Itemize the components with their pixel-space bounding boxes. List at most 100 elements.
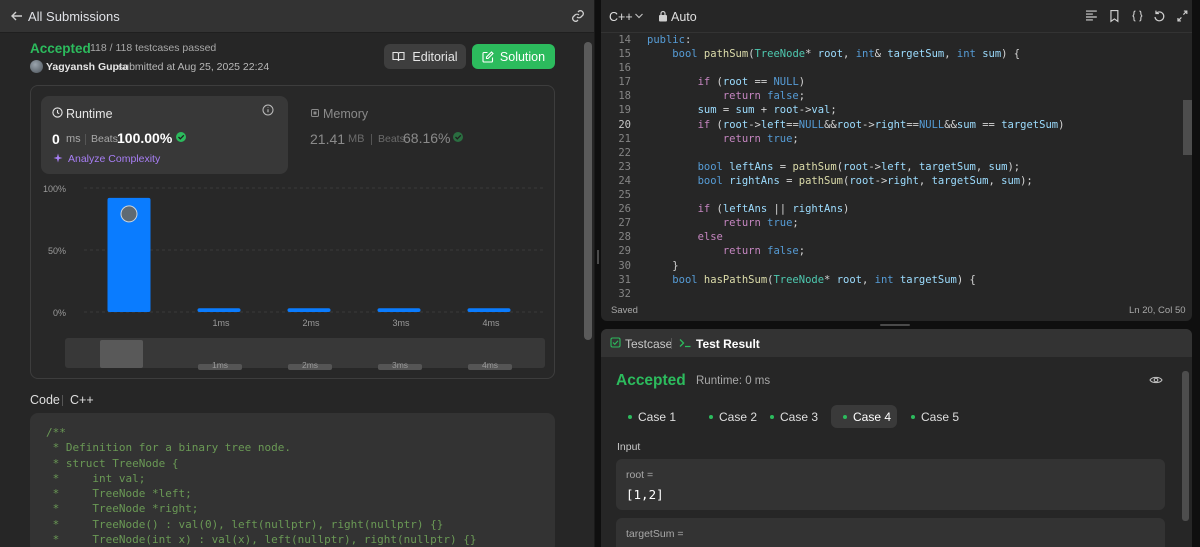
autocomplete-mode[interactable]: Auto: [671, 10, 697, 24]
case-tab-4[interactable]: Case 4: [831, 405, 897, 428]
case-label: Case 2: [719, 409, 758, 424]
divider: [671, 338, 672, 349]
tab-test-result[interactable]: Test Result: [696, 337, 760, 351]
link-icon[interactable]: [571, 9, 585, 23]
solution-label: Solution: [499, 49, 546, 64]
bar[interactable]: [467, 308, 511, 312]
input-root-box: [616, 459, 1165, 510]
cursor-position: Ln 20, Col 50: [1129, 305, 1186, 316]
terminal-icon: [679, 339, 691, 348]
input-name: targetSum =: [626, 528, 684, 540]
bar[interactable]: [287, 308, 331, 312]
navigator-label: 1ms: [212, 360, 228, 370]
code-line: return true;: [722, 217, 799, 230]
code-line: bool leftAns = pathSum(root->left, targe…: [697, 160, 1021, 173]
code-line: * Definition for a binary tree node.: [46, 441, 292, 455]
code-label: Code: [30, 393, 60, 407]
memory-chip-icon: [311, 109, 319, 117]
code-line: bool hasPathSum(TreeNode* root, int targ…: [672, 273, 976, 286]
memory-beats-value: 68.16%: [403, 130, 451, 146]
divider: [371, 134, 372, 145]
expand-icon[interactable]: [1176, 9, 1189, 23]
editorial-button[interactable]: Editorial: [384, 44, 466, 69]
line-number: 27: [618, 217, 631, 230]
line-number: 25: [618, 189, 631, 202]
pass-dot: [911, 414, 915, 419]
divider: [85, 134, 86, 145]
line-number: 31: [618, 273, 631, 286]
result-scrollbar[interactable]: [1182, 371, 1189, 521]
navigator-label: 2ms: [302, 360, 318, 370]
x-tick-label: 1ms: [212, 318, 230, 328]
sparkle-icon: [53, 153, 63, 163]
navigator-label: 3ms: [392, 360, 408, 370]
submitted-time: submitted at Aug 25, 2025 22:24: [118, 61, 270, 73]
splitter-grip[interactable]: [597, 250, 599, 264]
code-line: /**: [46, 426, 66, 439]
case-tab-3[interactable]: Case 3: [758, 405, 828, 428]
runtime-distribution-chart[interactable]: 100% 50% 0% 1ms 2ms 3ms 4ms 1ms 2ms 3ms 4ms: [40, 178, 550, 373]
info-icon[interactable]: [262, 104, 274, 116]
analyze-complexity-link[interactable]: Analyze Complexity: [68, 153, 160, 165]
pass-dot: [628, 414, 632, 419]
runtime-beats-label: Beats: [91, 133, 118, 145]
bar[interactable]: [377, 308, 421, 312]
x-tick-label: 4ms: [482, 318, 500, 328]
editor-scrollbar[interactable]: [1183, 100, 1192, 155]
case-tab-1[interactable]: Case 1: [616, 405, 686, 428]
x-tick-label: 2ms: [302, 318, 320, 328]
runtime-unit: ms: [66, 133, 81, 145]
bookmark-icon[interactable]: [1108, 9, 1121, 23]
code-line: return false;: [722, 245, 806, 258]
runtime-value: 0: [52, 131, 60, 147]
input-value[interactable]: [1,2]: [626, 487, 664, 502]
solution-button[interactable]: Solution: [472, 44, 555, 69]
editorial-label: Editorial: [412, 49, 458, 64]
code-line: * TreeNode *left;: [46, 487, 192, 501]
case-tab-2[interactable]: Case 2: [697, 405, 767, 428]
code-area[interactable]: public: bool pathSum(TreeNode* root, int…: [647, 33, 1177, 295]
case-label: Case 5: [921, 409, 960, 424]
bar[interactable]: [197, 308, 241, 312]
scrollbar[interactable]: [584, 42, 592, 340]
line-number: 26: [618, 203, 631, 216]
result-status: Accepted: [616, 372, 686, 389]
checkbox-icon: [610, 337, 621, 348]
back-arrow-icon[interactable]: [10, 9, 24, 23]
save-status: Saved: [611, 305, 638, 316]
line-number: 32: [618, 287, 631, 300]
format-icon[interactable]: [1085, 9, 1098, 23]
chevron-down-icon[interactable]: [634, 12, 644, 20]
lock-icon: [659, 10, 667, 22]
user-name[interactable]: Yagyansh Gupta: [46, 61, 128, 73]
divider: [62, 395, 63, 406]
code-line: * TreeNode(int x) : val(x), left(nullptr…: [46, 533, 477, 547]
y-tick-label: 100%: [43, 184, 66, 194]
splitter-grip[interactable]: [880, 324, 910, 326]
test-result-panel: Testcase Test Result Accepted Runtime: 0…: [601, 329, 1192, 547]
code-line: * TreeNode *right;: [46, 502, 199, 516]
pass-dot: [843, 414, 847, 419]
input-label: Input: [617, 441, 641, 453]
language-select[interactable]: C++: [609, 10, 633, 24]
tab-testcase[interactable]: Testcase: [625, 337, 672, 351]
avatar[interactable]: [30, 60, 43, 73]
memory-label[interactable]: Memory: [323, 107, 368, 121]
reset-icon[interactable]: [1153, 9, 1166, 23]
all-submissions-link[interactable]: All Submissions: [28, 9, 120, 24]
case-tab-5[interactable]: Case 5: [899, 405, 969, 428]
eye-icon[interactable]: [1149, 375, 1163, 385]
braces-icon[interactable]: [1131, 9, 1144, 23]
pass-dot: [770, 414, 774, 419]
line-number: 21: [618, 132, 631, 145]
code-line: * TreeNode() : val(0), left(nullptr), ri…: [46, 517, 444, 531]
navigator-handle[interactable]: [100, 340, 143, 368]
code-line: return false;: [722, 90, 806, 103]
line-number: 24: [618, 174, 631, 187]
y-tick-label: 50%: [48, 246, 66, 256]
line-number: 15: [618, 48, 631, 61]
input-targetsum-box: [616, 518, 1165, 547]
code-line: return true;: [722, 132, 799, 145]
